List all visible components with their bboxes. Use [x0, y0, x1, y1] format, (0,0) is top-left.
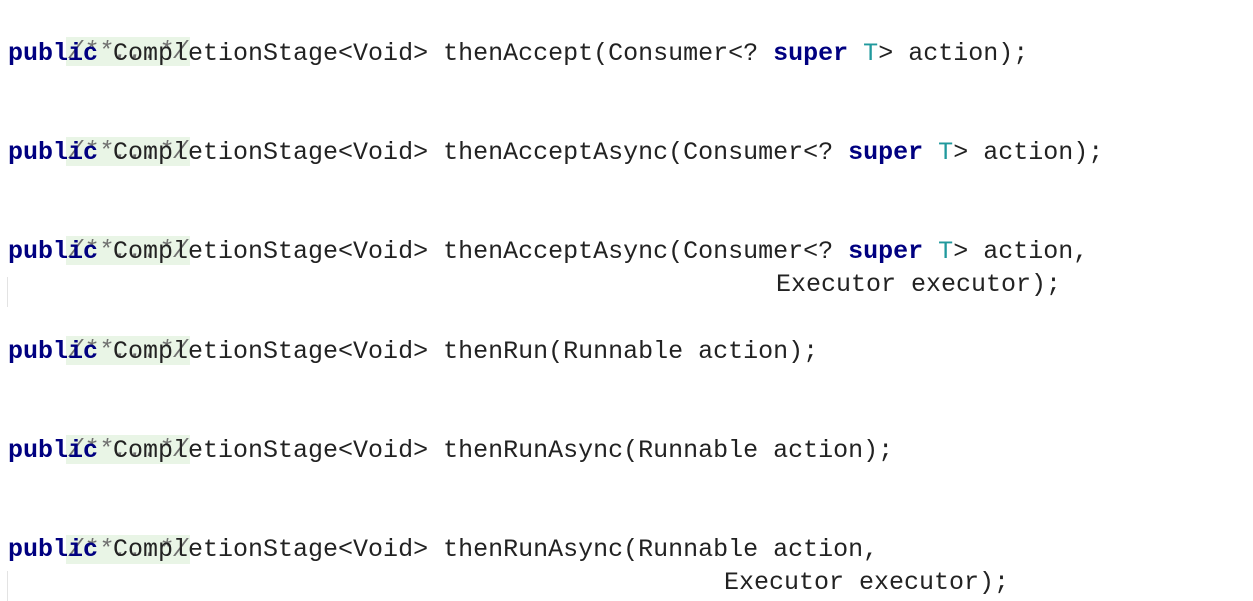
keyword-public: public — [8, 337, 99, 366]
keyword-public: public — [8, 535, 99, 564]
code-line: /**...*/ — [8, 400, 191, 464]
method-signature: CompletionStage<Void> thenRunAsync(Runna… — [98, 535, 879, 564]
method-signature: CompletionStage<Void> thenAccept(Consume… — [98, 39, 774, 68]
method-signature-tail: > action); — [878, 39, 1029, 68]
keyword-super: super — [848, 138, 924, 167]
code-line: public CompletionStage<Void> thenRunAsyn… — [8, 533, 878, 566]
code-line: public CompletionStage<Void> thenAcceptA… — [8, 136, 1103, 169]
code-line: /**...*/ — [8, 301, 191, 365]
keyword-super: super — [848, 237, 924, 266]
method-signature-tail: > action, — [953, 237, 1089, 266]
keyword-public: public — [8, 39, 99, 68]
code-editor[interactable]: /**...*/ public CompletionStage<Void> th… — [0, 0, 1253, 601]
type-parameter: T — [938, 237, 954, 266]
method-signature: CompletionStage<Void> thenRunAsync(Runna… — [98, 436, 894, 465]
parameter-executor: Executor executor); — [776, 270, 1062, 299]
type-parameter: T — [863, 39, 879, 68]
code-line: public CompletionStage<Void> thenRun(Run… — [8, 335, 818, 368]
method-signature: CompletionStage<Void> thenRun(Runnable a… — [98, 337, 819, 366]
keyword-public: public — [8, 138, 99, 167]
code-line: public CompletionStage<Void> thenAccept(… — [8, 37, 1028, 70]
method-signature: CompletionStage<Void> thenAcceptAsync(Co… — [98, 138, 849, 167]
code-line: public CompletionStage<Void> thenRunAsyn… — [8, 434, 893, 467]
keyword-public: public — [8, 436, 99, 465]
code-line: /**...*/ — [8, 102, 191, 166]
parameter-executor: Executor executor); — [724, 568, 1010, 597]
keyword-super: super — [773, 39, 849, 68]
code-line: /**...*/ — [8, 2, 191, 66]
code-line-continuation: Executor executor); — [724, 566, 1009, 599]
code-line-continuation: Executor executor); — [776, 268, 1061, 301]
keyword-public: public — [8, 237, 99, 266]
code-line: /**...*/ — [8, 201, 191, 265]
type-parameter: T — [938, 138, 954, 167]
code-line: public CompletionStage<Void> thenAcceptA… — [8, 235, 1088, 268]
code-line: /**...*/ — [8, 500, 191, 564]
method-signature-tail: > action); — [953, 138, 1104, 167]
method-signature: CompletionStage<Void> thenAcceptAsync(Co… — [98, 237, 849, 266]
